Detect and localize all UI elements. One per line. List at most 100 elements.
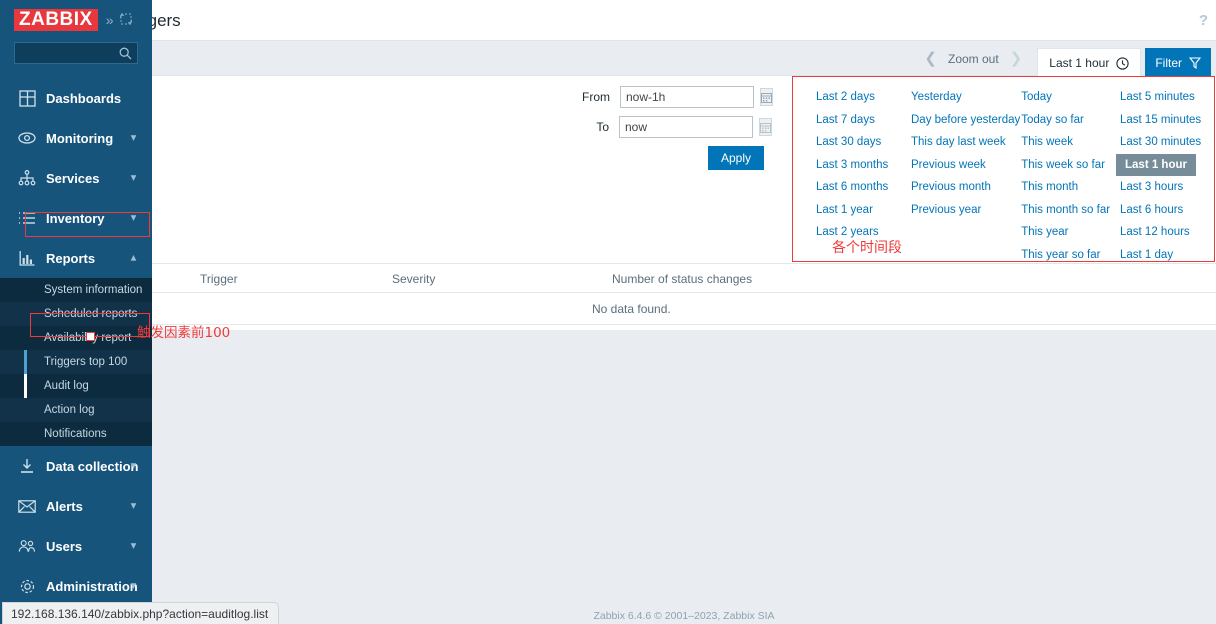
sidebar-item-label: Administration	[46, 578, 138, 594]
quick-range-this-month-so-far[interactable]: This month so far	[1021, 199, 1120, 222]
quick-range-today-so-far[interactable]: Today so far	[1021, 109, 1120, 132]
sidebar-subitem-label: Notifications	[44, 428, 107, 440]
time-tab-label: Last 1 hour	[1049, 56, 1110, 70]
collapse-panel-icon[interactable]	[119, 13, 132, 28]
from-label: From	[582, 90, 610, 104]
sidebar-item-label: Monitoring	[46, 130, 114, 146]
sidebar-item-dashboards[interactable]: Dashboards	[0, 78, 152, 118]
sidebar-subitem-availability-report[interactable]: Availability report	[0, 326, 152, 350]
sidebar-item-label: Reports	[46, 250, 96, 266]
filter-tab-label: Filter	[1155, 55, 1182, 70]
tabbar-controls: ❮ Zoom out ❯ Last 1 hour Filter	[915, 41, 1216, 77]
sidebar-item-monitoring[interactable]: Monitoring ▾	[0, 118, 152, 158]
sidebar-item-label: Users	[46, 538, 83, 554]
quick-range-this-week[interactable]: This week	[1021, 131, 1120, 154]
quick-range-last-5-minutes[interactable]: Last 5 minutes	[1120, 86, 1215, 109]
from-input[interactable]	[620, 86, 754, 108]
sidebar-item-label: Data collection	[46, 458, 139, 474]
sidebar-subitem-triggers-top-100[interactable]: Triggers top 100	[0, 350, 152, 374]
sidebar-item-administration[interactable]: Administration ▾	[0, 566, 152, 606]
help-question-icon[interactable]: ?	[1199, 12, 1208, 29]
quick-range-last-3-hours[interactable]: Last 3 hours	[1120, 176, 1215, 199]
zoom-out-button[interactable]: Zoom out	[946, 52, 1001, 66]
quick-range-yesterday[interactable]: Yesterday	[911, 86, 1021, 109]
quick-range-last-6-hours[interactable]: Last 6 hours	[1120, 199, 1215, 222]
quick-range-last-6-months[interactable]: Last 6 months	[816, 176, 911, 199]
search-box[interactable]	[14, 42, 138, 64]
sidebar-subitem-label: Audit log	[44, 380, 89, 392]
to-calendar-icon[interactable]	[759, 118, 772, 136]
content-background	[152, 330, 1216, 624]
tab-filter[interactable]: Filter	[1145, 48, 1211, 77]
quick-range-column-1: Last 2 days Last 7 days Last 30 days Last 3…	[816, 86, 911, 262]
sitemap-icon	[18, 169, 36, 187]
from-calendar-icon[interactable]	[760, 88, 773, 106]
sidebar-subitem-label: Availability report	[44, 332, 132, 344]
sidebar-item-reports[interactable]: Reports ▴	[0, 238, 152, 278]
quick-range-last-1-hour[interactable]: Last 1 hour	[1116, 153, 1196, 176]
column-header-status-changes[interactable]: Number of status changes	[612, 272, 852, 286]
sidebar-item-label: Inventory	[46, 210, 105, 226]
double-chevron-right-icon[interactable]: »	[106, 13, 114, 27]
sidebar: ZABBIX » Dashboards Monitoring ▾ Service…	[0, 0, 152, 624]
time-filter-panel: From To	[152, 76, 1216, 264]
quick-range-last-2-days[interactable]: Last 2 days	[816, 86, 911, 109]
quick-range-this-year-so-far[interactable]: This year so far	[1021, 244, 1120, 267]
quick-range-last-1-day[interactable]: Last 1 day	[1120, 244, 1215, 267]
sidebar-subitem-scheduled-reports[interactable]: Scheduled reports	[0, 302, 152, 326]
chevron-down-icon: ▾	[130, 460, 136, 472]
zabbix-logo[interactable]: ZABBIX	[14, 9, 98, 31]
sidebar-subitem-audit-log[interactable]: Audit log	[0, 374, 152, 398]
quick-range-last-30-days[interactable]: Last 30 days	[816, 131, 911, 154]
quick-range-last-1-year[interactable]: Last 1 year	[816, 199, 911, 222]
sidebar-item-label: Dashboards	[46, 90, 122, 106]
quick-range-previous-year[interactable]: Previous year	[911, 199, 1021, 222]
quick-range-last-3-months[interactable]: Last 3 months	[816, 154, 911, 177]
quick-range-last-7-days[interactable]: Last 7 days	[816, 109, 911, 132]
to-input[interactable]	[619, 116, 753, 138]
sidebar-subitem-label: System information	[44, 284, 143, 296]
quick-range-last-30-minutes[interactable]: Last 30 minutes	[1120, 131, 1215, 154]
from-field-row: From	[582, 86, 773, 108]
quick-range-last-12-hours[interactable]: Last 12 hours	[1120, 221, 1215, 244]
sidebar-item-alerts[interactable]: Alerts ▾	[0, 486, 152, 526]
page-header: triggers ?	[0, 0, 1216, 40]
sidebar-subitem-action-log[interactable]: Action log	[0, 398, 152, 422]
users-icon	[18, 537, 36, 555]
triggers-top-annotation: 触发因素前100	[137, 325, 231, 341]
quick-range-this-day-last-week[interactable]: This day last week	[911, 131, 1021, 154]
quick-range-last-15-minutes[interactable]: Last 15 minutes	[1120, 109, 1215, 132]
column-header-severity[interactable]: Severity	[392, 272, 612, 286]
sidebar-item-label: Services	[46, 170, 100, 186]
status-bar-url: 192.168.136.140/zabbix.php?action=auditl…	[2, 602, 280, 624]
sidebar-search-wrap	[0, 42, 152, 64]
quick-range-this-month[interactable]: This month	[1021, 176, 1120, 199]
quick-range-annotation: 各个时间段	[832, 240, 902, 256]
to-label: To	[596, 120, 609, 134]
apply-button[interactable]: Apply	[707, 146, 764, 170]
sidebar-logo-row: ZABBIX »	[0, 0, 152, 40]
sidebar-subitem-system-information[interactable]: System information	[0, 278, 152, 302]
sidebar-item-data-collection[interactable]: Data collection ▾	[0, 446, 152, 486]
bar-chart-icon	[18, 249, 36, 267]
column-header-trigger[interactable]: Trigger	[152, 272, 392, 286]
quick-range-today[interactable]: Today	[1021, 86, 1120, 109]
sidebar-subitem-notifications[interactable]: Notifications	[0, 422, 152, 446]
tab-time-range[interactable]: Last 1 hour	[1037, 48, 1142, 77]
sidebar-item-users[interactable]: Users ▾	[0, 526, 152, 566]
quick-range-column-2: Yesterday Day before yesterday This day la…	[911, 86, 1021, 262]
chevron-left-icon[interactable]: ❮	[915, 41, 946, 77]
quick-range-previous-week[interactable]: Previous week	[911, 154, 1021, 177]
quick-range-previous-month[interactable]: Previous month	[911, 176, 1021, 199]
sidebar-item-inventory[interactable]: Inventory ▾	[0, 198, 152, 238]
download-icon	[18, 457, 36, 475]
sidebar-subitem-label: Triggers top 100	[44, 356, 128, 368]
quick-range-this-year[interactable]: This year	[1021, 221, 1120, 244]
chevron-right-icon[interactable]: ❯	[1001, 41, 1032, 77]
quick-range-column-3: Today Today so far This week This week so f…	[1021, 86, 1120, 262]
quick-range-grid: Last 2 days Last 7 days Last 30 days Last 3…	[792, 76, 1215, 262]
sidebar-item-services[interactable]: Services ▾	[0, 158, 152, 198]
quick-range-this-week-so-far[interactable]: This week so far	[1021, 154, 1120, 177]
clock-icon	[1116, 56, 1129, 70]
quick-range-day-before-yesterday[interactable]: Day before yesterday	[911, 109, 1021, 132]
